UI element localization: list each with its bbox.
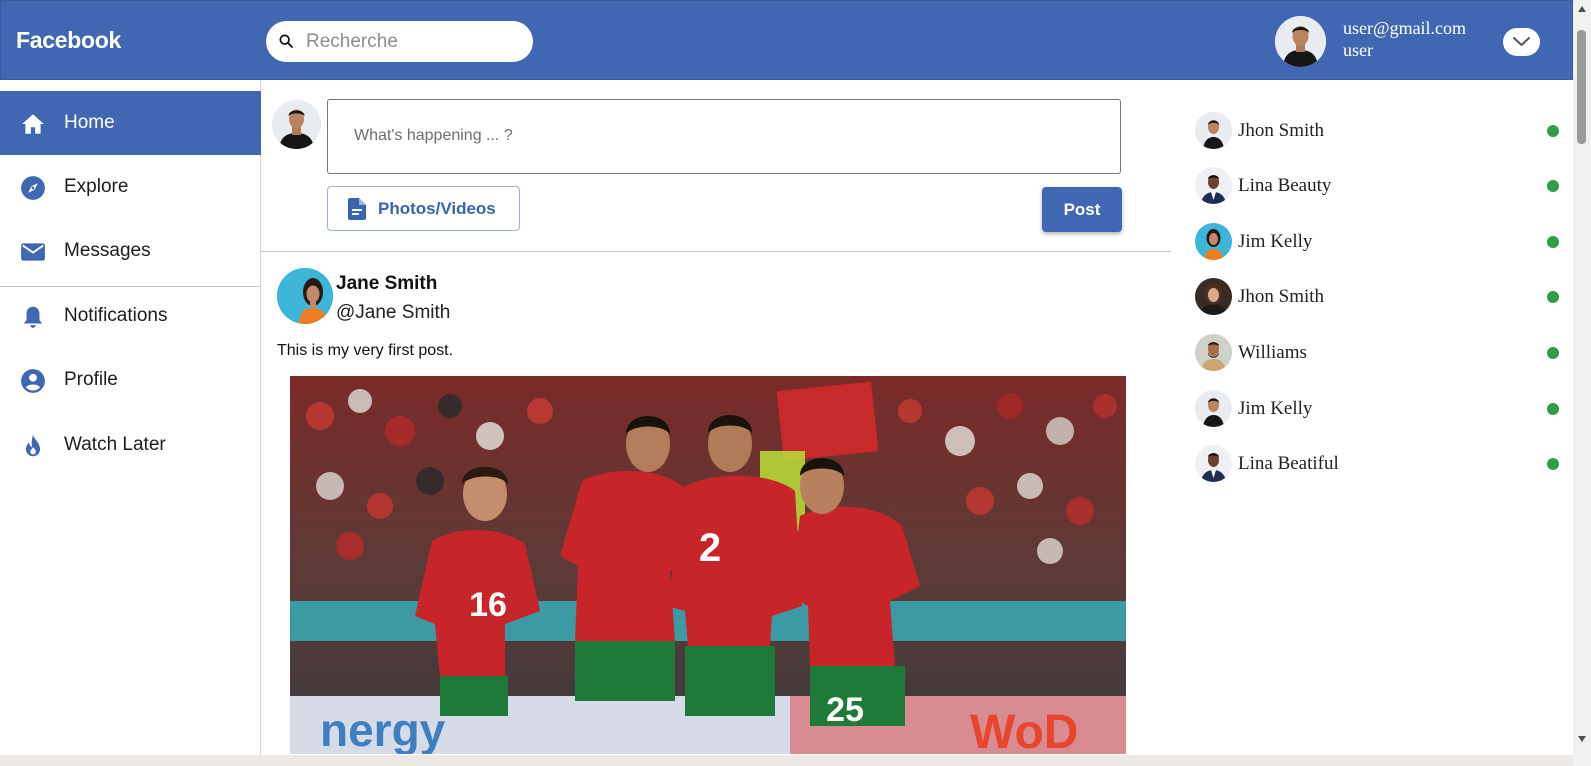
contact-name: Jhon Smith	[1238, 120, 1325, 141]
online-status-dot	[1547, 180, 1559, 192]
composer-avatar	[272, 100, 321, 149]
contact-item[interactable]: Lina Beauty	[1195, 166, 1565, 206]
photos-videos-label: Photos/Videos	[378, 199, 496, 218]
contact-name: Williams	[1238, 342, 1307, 363]
contact-avatar	[1195, 334, 1232, 371]
sidebar-item-label: Home	[64, 112, 115, 133]
contact-name: Lina Beatiful	[1238, 453, 1339, 474]
contact-name: Jim Kelly	[1238, 231, 1313, 252]
contact-avatar	[1195, 167, 1232, 204]
sidebar-item-label: Messages	[64, 240, 151, 261]
home-icon	[22, 114, 44, 134]
contact-name: Jim Kelly	[1238, 398, 1313, 419]
user-name: user	[1343, 40, 1373, 60]
post-author-name[interactable]: Jane Smith	[336, 273, 437, 295]
jersey-number: 16	[469, 586, 507, 624]
contact-item[interactable]: Jhon Smith	[1195, 111, 1565, 151]
sidebar-item-notifications[interactable]: Notifications	[0, 284, 261, 348]
jersey-number: 2	[699, 526, 721, 570]
author-avatar-image	[277, 268, 333, 324]
banner-text-right: WoD	[970, 706, 1078, 754]
online-status-dot	[1547, 458, 1559, 470]
contact-avatar	[1195, 278, 1232, 315]
scroll-up-arrow-icon[interactable]	[1578, 6, 1586, 12]
contact-item[interactable]: Williams	[1195, 333, 1565, 373]
user-avatar[interactable]	[1275, 16, 1326, 67]
user-email: user@gmail.com	[1343, 18, 1467, 38]
sidebar-item-watch-later[interactable]: Watch Later	[0, 413, 261, 477]
flame-icon	[25, 434, 41, 457]
contact-name: Lina Beauty	[1238, 175, 1332, 196]
sidebar-item-profile[interactable]: Profile	[0, 348, 261, 412]
photos-videos-button[interactable]: Photos/Videos	[327, 186, 520, 231]
sidebar-item-label: Explore	[64, 176, 129, 197]
post-button[interactable]: Post	[1042, 187, 1122, 232]
sidebar-item-home[interactable]: Home	[0, 91, 261, 155]
account-icon	[21, 369, 45, 393]
sidebar-item-explore[interactable]: Explore	[0, 155, 261, 219]
online-status-dot	[1547, 236, 1559, 248]
contact-item[interactable]: Jhon Smith	[1195, 277, 1565, 317]
sidebar-item-messages[interactable]: Messages	[0, 219, 261, 283]
online-status-dot	[1547, 347, 1559, 359]
search-icon	[279, 34, 293, 48]
contact-avatar	[1195, 390, 1232, 427]
top-navbar: Facebook user@gmail.com user	[0, 0, 1573, 80]
user-avatar-image	[272, 100, 321, 149]
jersey-number: 25	[826, 691, 864, 729]
post-composer[interactable]	[327, 99, 1121, 174]
contact-avatar	[1195, 112, 1232, 149]
online-status-dot	[1547, 291, 1559, 303]
banner-text: nergy	[320, 704, 446, 754]
contact-avatar	[1195, 445, 1232, 482]
user-info: user@gmail.com user	[1343, 17, 1466, 61]
post-button-label: Post	[1063, 200, 1101, 219]
sidebar-item-label: Profile	[64, 369, 118, 390]
football-celebration-photo: nergy WoD 16 2 25	[290, 376, 1126, 754]
search-input[interactable]	[306, 29, 521, 55]
contact-item[interactable]: Jim Kelly	[1195, 222, 1565, 262]
sidebar-item-label: Watch Later	[64, 434, 166, 455]
mail-icon	[21, 243, 45, 261]
chevron-down-icon	[1513, 37, 1530, 46]
compass-icon	[21, 176, 45, 200]
post-text: This is my very first post.	[277, 342, 454, 359]
contact-name: Jhon Smith	[1238, 286, 1325, 307]
sidebar-item-label: Notifications	[64, 305, 168, 326]
post-image[interactable]: nergy WoD 16 2 25	[290, 376, 1126, 754]
contact-item[interactable]: Jim Kelly	[1195, 389, 1565, 429]
post-author-handle: @Jane Smith	[336, 302, 451, 323]
contact-item[interactable]: Lina Beatiful	[1195, 444, 1565, 484]
online-status-dot	[1547, 125, 1559, 137]
window-bottom-edge	[0, 755, 1573, 766]
file-icon	[348, 198, 366, 220]
search-bar[interactable]	[266, 21, 533, 62]
scrollbar-thumb[interactable]	[1577, 30, 1586, 144]
brand-logo[interactable]: Facebook	[16, 27, 121, 54]
post-input[interactable]	[354, 124, 1094, 148]
scroll-down-arrow-icon[interactable]	[1578, 736, 1586, 742]
online-status-dot	[1547, 403, 1559, 415]
contact-avatar	[1195, 223, 1232, 260]
account-menu-button[interactable]	[1503, 28, 1540, 56]
bell-icon	[23, 306, 43, 328]
post-author-avatar[interactable]	[277, 268, 333, 324]
feed-divider	[261, 251, 1171, 252]
left-sidebar: Home Explore Messages Notifications Prof…	[0, 80, 261, 766]
page-scrollbar[interactable]	[1573, 0, 1591, 766]
user-avatar-image	[1275, 16, 1326, 67]
